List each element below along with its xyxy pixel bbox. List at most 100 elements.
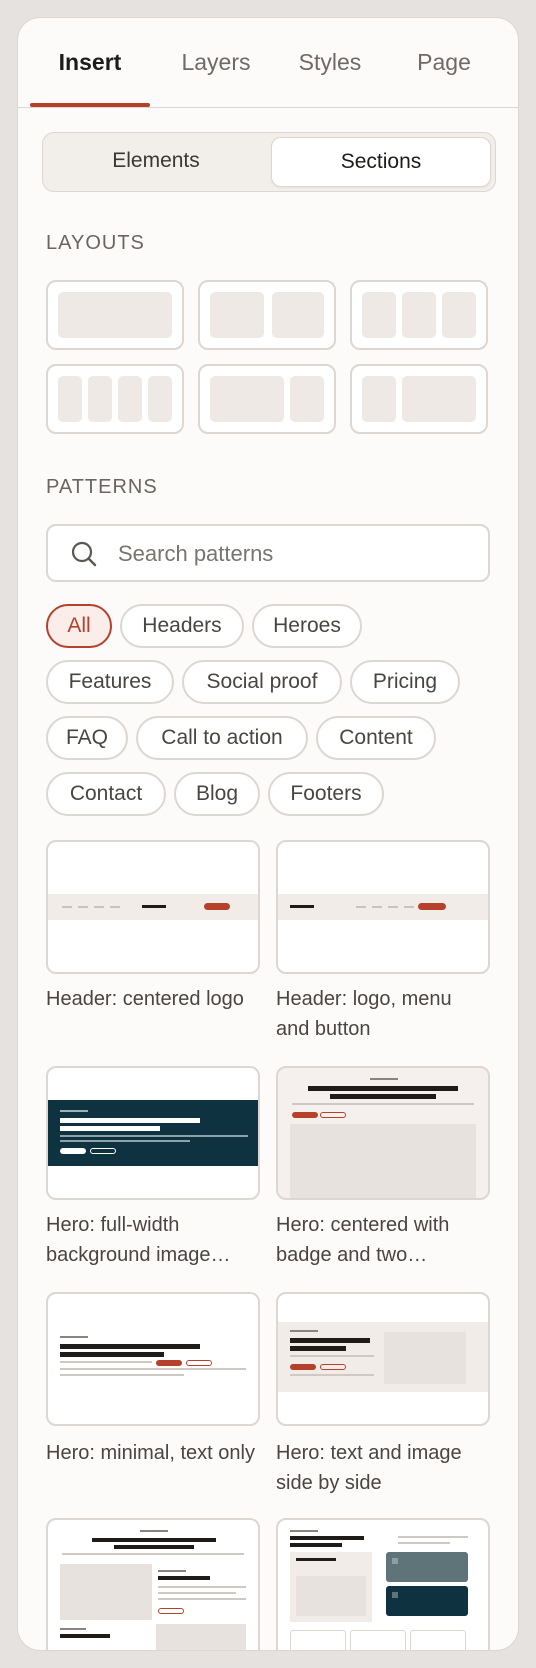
layout-narrow-wide[interactable] [350, 364, 488, 434]
layout-two-columns[interactable] [198, 280, 336, 350]
preview-button-outline [320, 1364, 346, 1370]
preview-image [290, 1124, 476, 1198]
preview-body-line [158, 1586, 246, 1588]
preview-body-line [398, 1536, 468, 1538]
preview-body-line [62, 1553, 244, 1555]
preview-heading [92, 1538, 216, 1542]
preview-card-dark [386, 1552, 468, 1582]
tab-layers[interactable]: Layers [156, 18, 276, 107]
pattern-caption: Hero: text and image side by side [276, 1442, 462, 1494]
preview-heading [60, 1634, 110, 1638]
search-input[interactable] [116, 536, 480, 572]
pattern-caption: Header: logo, menu and button [276, 988, 452, 1040]
patterns-heading: PATTERNS [46, 476, 158, 498]
preview-heading [330, 1094, 436, 1099]
preview-nav-link [78, 906, 88, 908]
preview-body-line [60, 1361, 152, 1363]
preview-nav-link [356, 906, 366, 908]
filter-chip-pricing[interactable]: Pricing [350, 660, 460, 704]
filter-chip-faq[interactable]: FAQ [46, 716, 128, 760]
preview-button [204, 903, 230, 910]
preview-eyebrow [60, 1110, 88, 1112]
preview-heading [60, 1126, 160, 1131]
preview-heading [290, 1536, 364, 1540]
insert-panel: Insert Layers Styles Page Elements Secti… [18, 18, 518, 1650]
layout-one-column[interactable] [46, 280, 184, 350]
layout-column [210, 292, 264, 338]
preview-body-line [290, 1355, 374, 1357]
preview-button [156, 1360, 182, 1366]
sections-segment[interactable]: Sections [271, 137, 491, 187]
preview-image [384, 1332, 466, 1384]
preview-tile [290, 1630, 346, 1650]
layouts-heading: LAYOUTS [46, 232, 145, 254]
preview-eyebrow [290, 1330, 318, 1332]
layout-column [402, 292, 436, 338]
pattern-caption: Header: centered logo [46, 988, 244, 1010]
tab-styles[interactable]: Styles [280, 18, 380, 107]
layout-column [88, 376, 112, 422]
preview-card-title [296, 1558, 336, 1561]
layout-four-columns[interactable] [46, 364, 184, 434]
pattern-card-header-logo-menu-button[interactable] [276, 840, 490, 974]
filter-chip-features[interactable]: Features [46, 660, 174, 704]
filter-chip-blog[interactable]: Blog [174, 772, 260, 816]
layout-column [442, 292, 476, 338]
preview-heading [60, 1344, 200, 1349]
preview-button-outline [320, 1112, 346, 1118]
pattern-card-hero-minimal[interactable] [46, 1292, 260, 1426]
filter-chip-heroes[interactable]: Heroes [252, 604, 362, 648]
pattern-card-header-centered-logo[interactable] [46, 840, 260, 974]
preview-nav-link [388, 906, 398, 908]
filter-chip-call-to-action[interactable]: Call to action [136, 716, 308, 760]
preview-badge [140, 1530, 168, 1532]
preview-heading [290, 1338, 370, 1343]
preview-heading [308, 1086, 458, 1091]
layout-wide-narrow[interactable] [198, 364, 336, 434]
preview-button-outline [158, 1608, 184, 1614]
pattern-card-hero-full-width[interactable] [46, 1066, 260, 1200]
layout-column [118, 376, 142, 422]
preview-body-line [290, 1374, 374, 1376]
preview-image [156, 1624, 246, 1650]
tab-bar: Insert Layers Styles Page [18, 18, 518, 108]
preview-logo [142, 905, 166, 908]
pattern-card-partial-1[interactable] [46, 1518, 260, 1650]
tab-insert[interactable]: Insert [30, 18, 150, 107]
preview-body-line [158, 1598, 246, 1600]
preview-tile [350, 1630, 406, 1650]
layout-column [58, 376, 82, 422]
preview-body-line [158, 1592, 236, 1594]
search-icon [71, 541, 97, 567]
preview-nav-link [62, 906, 72, 908]
filter-chip-content[interactable]: Content [316, 716, 436, 760]
layout-three-columns[interactable] [350, 280, 488, 350]
insert-mode-toggle: Elements Sections [42, 132, 496, 192]
preview-image [296, 1576, 366, 1616]
filter-chip-contact[interactable]: Contact [46, 772, 166, 816]
pattern-card-partial-2[interactable] [276, 1518, 490, 1650]
preview-body-line [292, 1103, 474, 1105]
filter-chip-footers[interactable]: Footers [268, 772, 384, 816]
pattern-card-hero-text-image[interactable] [276, 1292, 490, 1426]
layout-column [148, 376, 172, 422]
pattern-card-hero-centered-badge[interactable] [276, 1066, 490, 1200]
preview-body-line [60, 1140, 190, 1142]
filter-chip-social-proof[interactable]: Social proof [182, 660, 342, 704]
layout-column [362, 376, 396, 422]
tab-page[interactable]: Page [390, 18, 498, 107]
preview-eyebrow [158, 1570, 186, 1572]
filter-chip-all[interactable]: All [46, 604, 112, 648]
elements-segment[interactable]: Elements [47, 137, 265, 185]
preview-nav-link [94, 906, 104, 908]
layout-column [210, 376, 284, 422]
preview-button [290, 1364, 316, 1370]
filter-chip-headers[interactable]: Headers [120, 604, 244, 648]
pattern-caption: Hero: minimal, text only [46, 1442, 255, 1464]
preview-tile [410, 1630, 466, 1650]
preview-heading [114, 1545, 194, 1549]
preview-image [60, 1564, 152, 1620]
preview-card-icon [392, 1592, 398, 1598]
layout-column [58, 292, 172, 338]
pattern-caption: Hero: full-width background image… [46, 1214, 231, 1266]
